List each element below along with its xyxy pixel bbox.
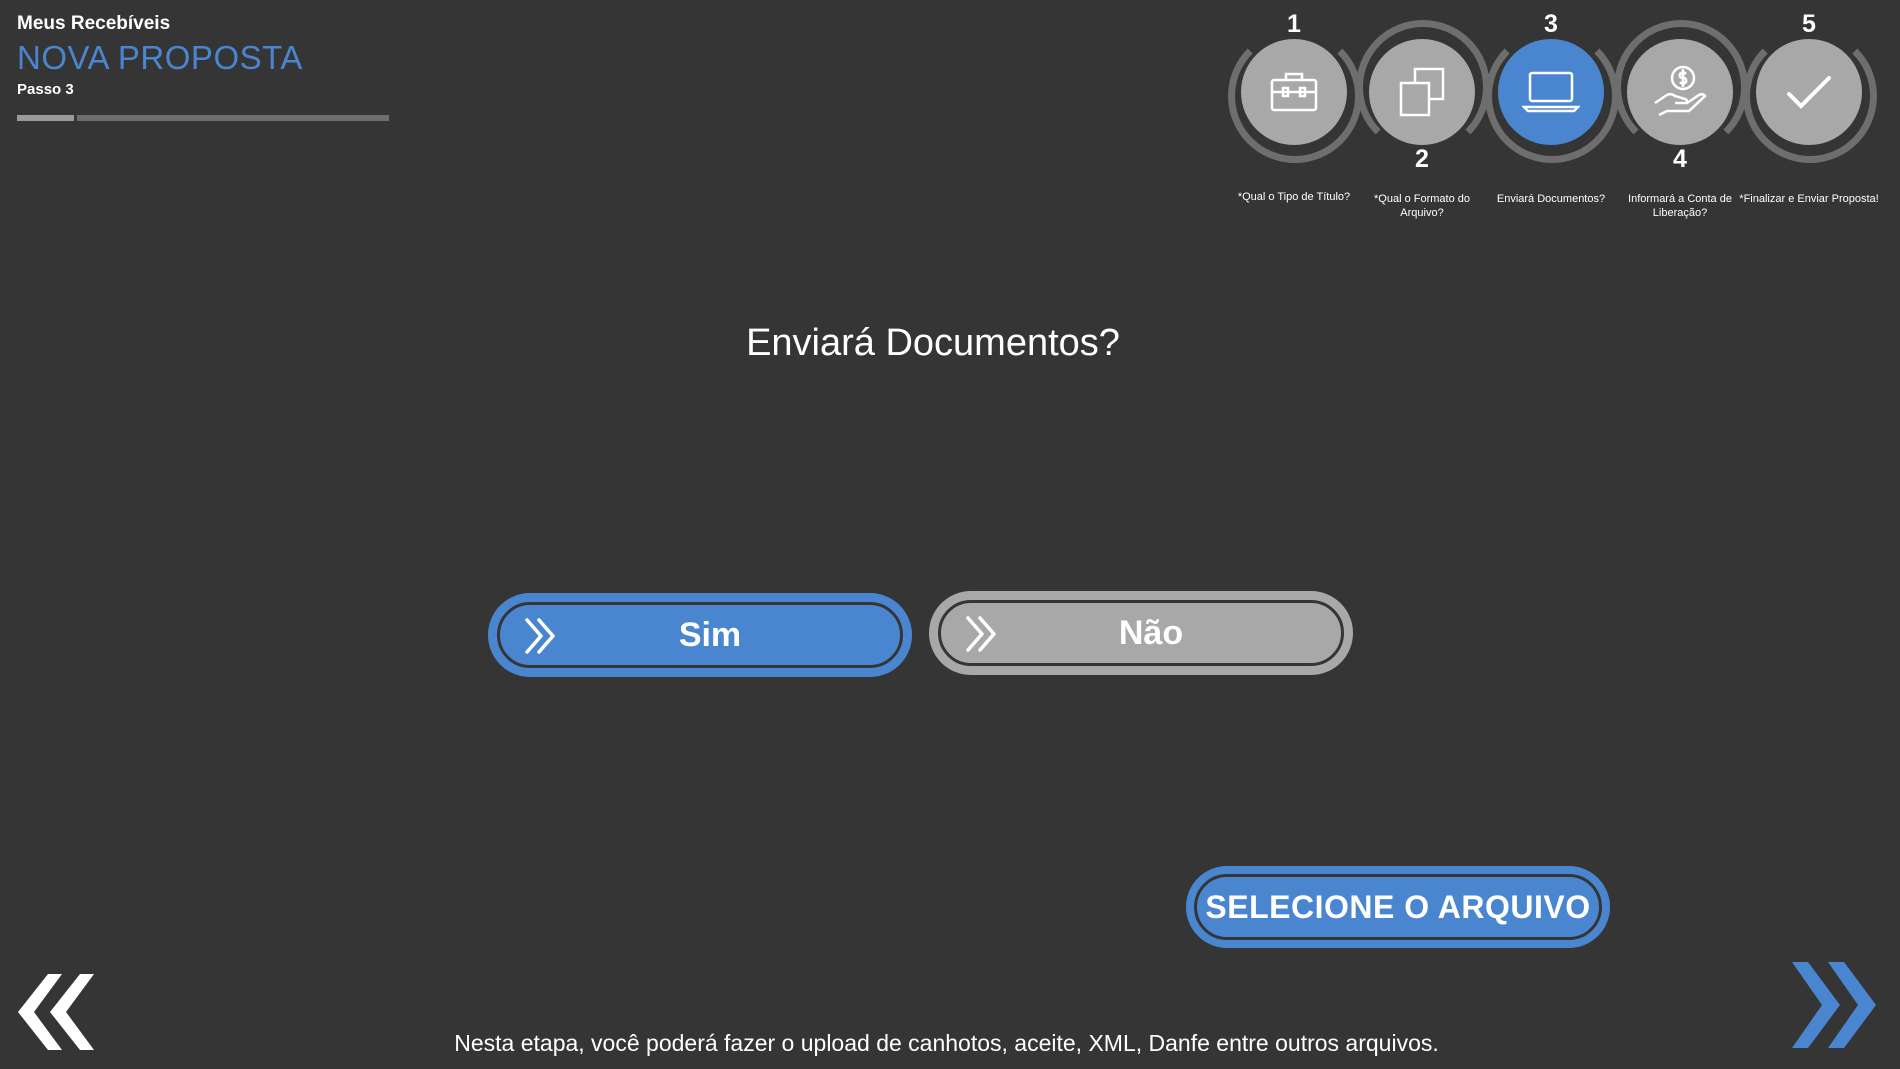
step-circle [1241,39,1347,145]
step-5[interactable]: 5 *Finalizar e Enviar Proposta! [1739,0,1878,230]
step-number: 2 [1415,145,1429,173]
double-chevron-right-icon [525,618,555,654]
checkmark-icon [1787,76,1831,109]
footer-note: Nesta etapa, você poderá fazer o upload … [454,1030,1439,1056]
step-number: 4 [1673,145,1687,173]
laptop-icon [1522,71,1580,113]
progress-fill [17,115,77,121]
step-caption: *Qual o Tipo de Título? [1237,191,1351,203]
briefcase-icon [1270,72,1318,112]
step-circle [1369,39,1475,145]
app-name: Meus Recebíveis [17,13,171,34]
step-caption: Informará a Conta de Liberação? [1628,193,1732,219]
no-button-label: Não [1118,613,1184,652]
step-number: 1 [1287,10,1301,38]
progress-bar [17,115,389,121]
step-3[interactable]: 3 Enviará Documentos? [1481,0,1619,230]
select-file-label: SELECIONE O ARQUIVO [1205,888,1591,925]
header: Meus Recebíveis NOVA PROPOSTA Passo 3 [17,12,389,121]
double-chevron-right-icon [966,616,996,652]
yes-button-label: Sim [678,615,742,654]
step-caption: Enviará Documentos? [1496,193,1606,205]
step-1[interactable]: 1 *Qual o Tipo de Título? [1224,0,1362,230]
step-circle-active [1498,39,1604,145]
step-caption: *Qual o Formato do Arquivo? [1374,193,1470,219]
page-title: NOVA PROPOSTA [17,39,303,76]
step-caption: *Finalizar e Enviar Proposta! [1739,193,1879,205]
copy-icon [1399,67,1445,117]
no-button[interactable]: Não [929,591,1353,675]
yes-button[interactable]: Sim [488,593,912,677]
step-number: 5 [1802,10,1816,38]
hand-money-icon [1654,65,1707,117]
step-circle [1756,39,1862,145]
progress-divider [74,115,77,121]
step-circle [1627,39,1733,145]
select-file-button[interactable]: SELECIONE O ARQUIVO [1186,866,1610,948]
step-4[interactable]: 4 Informará a Conta de Liberação? [1610,0,1748,230]
step-2[interactable]: 2 *Qual o Formato do Arquivo? [1352,0,1490,230]
question-title: Enviará Documentos? [746,322,1120,364]
step-number: 3 [1544,10,1558,38]
step-label: Passo 3 [17,81,74,98]
stepper: 1 *Qual o Tipo de Título? 2 *Qual o Form… [1224,0,1884,230]
